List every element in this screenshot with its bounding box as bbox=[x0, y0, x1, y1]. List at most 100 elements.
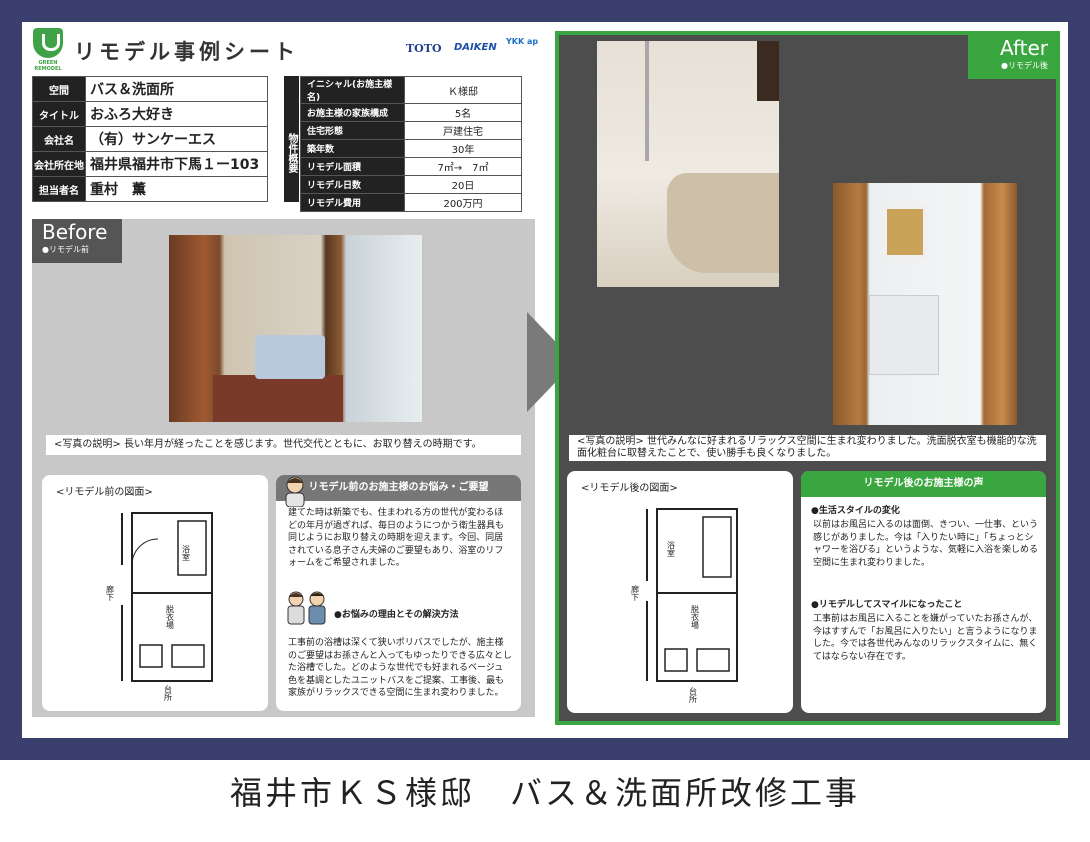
after-floor-plan: <リモデル後の図面> 浴室 脱衣場 廊下 台所 bbox=[567, 471, 793, 713]
reason-text: 工事前の浴槽は深くて狭いポリバスでしたが、施主様のご要望はお孫さんと入ってもゆっ… bbox=[288, 638, 512, 698]
lifestyle-change-heading: ●生活スタイルの変化 bbox=[811, 506, 900, 516]
after-tag: After ●リモデル後 bbox=[968, 35, 1056, 79]
staff-couple-icon bbox=[287, 591, 326, 625]
info-table-right: イニシャル(お施主様名) Ｋ様邸 お施主様の家族構成 5名 住宅形態 戸建住宅 築年数… bbox=[300, 76, 522, 212]
before-panel: Before ●リモデル前 <写真の説明> 長い年月が経ったことを感じます。世代… bbox=[32, 219, 535, 717]
green-remodel-logo: GREEN REMODEL bbox=[30, 28, 66, 74]
brand-ykk-logo: YKK ap bbox=[506, 37, 539, 46]
before-tag-title: Before bbox=[42, 220, 108, 244]
plan-label-kitchen: 台所 bbox=[689, 686, 698, 704]
brand-daiken-logo: DAIKEN bbox=[454, 42, 497, 53]
plan-label-hall: 廊下 bbox=[631, 584, 640, 602]
after-panel: After ●リモデル後 <写真の説明> 世代みんなに好まれるリラックス空間に生… bbox=[555, 31, 1060, 725]
info-key: イニシャル(お施主様名) bbox=[300, 76, 405, 104]
outer-frame: GREEN REMODEL リモデル事例シート TOTO DAIKEN YKK … bbox=[0, 0, 1090, 760]
info-value: 重村 薫 bbox=[85, 176, 268, 202]
info-key: 会社名 bbox=[32, 126, 86, 152]
info-value: 20日 bbox=[404, 175, 522, 194]
before-photo-tub bbox=[255, 335, 325, 379]
table-row: リモデル面積 7㎡→ 7㎡ bbox=[300, 157, 522, 176]
photo-mirror bbox=[883, 205, 927, 259]
info-key: 会社所在地 bbox=[32, 151, 86, 177]
photo-vanity bbox=[869, 295, 939, 375]
lifestyle-change-text: 以前はお風呂に入るのは面倒、きつい、一仕事、という感じがありました。今は「入りた… bbox=[813, 520, 1039, 568]
voice-heading: リモデル後のお施主様の声 bbox=[801, 471, 1046, 497]
before-photo bbox=[169, 235, 422, 422]
info-value: （有）サンケーエス bbox=[85, 126, 268, 152]
plan-title: <リモデル後の図面> bbox=[581, 483, 678, 494]
photo-bathtub bbox=[667, 173, 779, 273]
info-value: 戸建住宅 bbox=[404, 121, 522, 140]
plan-label-bath: 浴室 bbox=[182, 544, 191, 561]
table-row: 空間 バス＆洗面所 bbox=[32, 76, 268, 102]
before-photo-floor bbox=[213, 375, 343, 422]
plan-label-bath: 浴室 bbox=[667, 540, 676, 557]
plan-label-kitchen: 台所 bbox=[164, 684, 173, 702]
table-row: お施主様の家族構成 5名 bbox=[300, 103, 522, 122]
plan-title: <リモデル前の図面> bbox=[56, 487, 153, 498]
before-tag-sub: ●リモデル前 bbox=[42, 245, 89, 254]
sheet-title: リモデル事例シート bbox=[74, 40, 299, 64]
before-floor-plan-drawing: 浴室 脱衣場 廊下 台所 bbox=[106, 512, 213, 702]
table-row: 築年数 30年 bbox=[300, 139, 522, 158]
info-value: バス＆洗面所 bbox=[85, 76, 268, 102]
after-panel-inner: After ●リモデル後 <写真の説明> 世代みんなに好まれるリラックス空間に生… bbox=[559, 35, 1056, 721]
caption-text: 長い年月が経ったことを感じます。世代交代とともに、お取り替えの時期です。 bbox=[123, 439, 482, 450]
info-table-left: 空間 バス＆洗面所 タイトル おふろ大好き 会社名 （有）サンケーエス 会社所在地 福井… bbox=[32, 76, 268, 202]
voice-text: 建てた時は新築でも、住まわれる方の世代が変わるほどの年月が過ぎれば、毎日のように… bbox=[288, 508, 505, 568]
remodel-sheet: GREEN REMODEL リモデル事例シート TOTO DAIKEN YKK … bbox=[22, 22, 1068, 738]
info-key: リモデル面積 bbox=[300, 157, 405, 176]
photo-window bbox=[757, 41, 779, 101]
after-tag-sub: ●リモデル後 bbox=[1001, 61, 1048, 70]
info-value: おふろ大好き bbox=[85, 101, 268, 127]
after-tag-title: After bbox=[999, 36, 1048, 60]
info-key: 築年数 bbox=[300, 139, 405, 158]
table-row: イニシャル(お施主様名) Ｋ様邸 bbox=[300, 76, 522, 104]
info-key: 住宅形態 bbox=[300, 121, 405, 140]
plan-label-dressing: 脱衣場 bbox=[166, 604, 175, 630]
smile-text: 工事前はお風呂に入ることを嫌がっていたお孫さんが、今はすすんで「お風呂に入りたい… bbox=[813, 614, 1038, 662]
info-value: 福井県福井市下馬１ー103 bbox=[85, 151, 268, 177]
before-photo-caption: <写真の説明> 長い年月が経ったことを感じます。世代交代とともに、お取り替えの時… bbox=[46, 435, 521, 455]
table-row: リモデル日数 20日 bbox=[300, 175, 522, 194]
plan-label-dressing: 脱衣場 bbox=[691, 604, 700, 630]
info-key: リモデル日数 bbox=[300, 175, 405, 194]
info-key: 担当者名 bbox=[32, 176, 86, 202]
table-row: タイトル おふろ大好き bbox=[32, 101, 268, 127]
info-key: リモデル費用 bbox=[300, 193, 405, 212]
after-photo-washroom bbox=[833, 183, 1017, 425]
voice-heading: リモデル前のお施主様のお悩み・ご要望 bbox=[276, 475, 521, 501]
before-owner-voice: リモデル前のお施主様のお悩み・ご要望 建てた時は新築でも、住まわれる方の世代が変… bbox=[276, 475, 521, 711]
info-value: 5名 bbox=[404, 103, 522, 122]
info-key: お施主様の家族構成 bbox=[300, 103, 405, 122]
after-floor-plan-drawing: 浴室 脱衣場 廊下 台所 bbox=[631, 508, 738, 704]
after-photo-bathroom bbox=[597, 41, 779, 287]
caption-label: <写真の説明> bbox=[54, 439, 121, 450]
logo-mark-icon bbox=[33, 28, 63, 58]
caption-text: 世代みんなに好まれるリラックス空間に生まれ変わりました。洗面脱衣室も機能的な洗面… bbox=[577, 436, 1037, 459]
table-row: 会社名 （有）サンケーエス bbox=[32, 126, 268, 152]
info-key: 空間 bbox=[32, 76, 86, 102]
table-row: リモデル費用 200万円 bbox=[300, 193, 522, 212]
reason-heading: ●お悩みの理由とその解決方法 bbox=[334, 610, 459, 620]
before-floor-plan: <リモデル前の図面> 浴室 脱衣場 廊下 台所 bbox=[42, 475, 268, 711]
customer-woman-icon bbox=[285, 476, 305, 507]
info-value: 30年 bbox=[404, 139, 522, 158]
smile-heading: ●リモデルしてスマイルになったこと bbox=[811, 600, 963, 610]
after-photo-caption: <写真の説明> 世代みんなに好まれるリラックス空間に生まれ変わりました。洗面脱衣… bbox=[569, 435, 1046, 461]
after-owner-voice: リモデル後のお施主様の声 ●生活スタイルの変化 以前はお風呂に入るのは面倒、きつ… bbox=[801, 471, 1046, 713]
table-row: 会社所在地 福井県福井市下馬１ー103 bbox=[32, 151, 268, 177]
before-tag: Before ●リモデル前 bbox=[32, 219, 122, 263]
info-key: タイトル bbox=[32, 101, 86, 127]
photo-handrail bbox=[645, 41, 649, 161]
info-value: 7㎡→ 7㎡ bbox=[404, 157, 522, 176]
table-row: 住宅形態 戸建住宅 bbox=[300, 121, 522, 140]
logo-text: GREEN REMODEL bbox=[34, 60, 62, 72]
project-title: 福井市ＫＳ様邸 バス＆洗面所改修工事 bbox=[229, 774, 860, 812]
table-row: 担当者名 重村 薫 bbox=[32, 176, 268, 202]
property-summary-label: 物件概要 bbox=[284, 76, 299, 202]
info-value: Ｋ様邸 bbox=[404, 76, 522, 104]
info-value: 200万円 bbox=[404, 193, 522, 212]
brand-toto-logo: TOTO bbox=[406, 42, 442, 55]
caption-label: <写真の説明> bbox=[577, 436, 644, 447]
